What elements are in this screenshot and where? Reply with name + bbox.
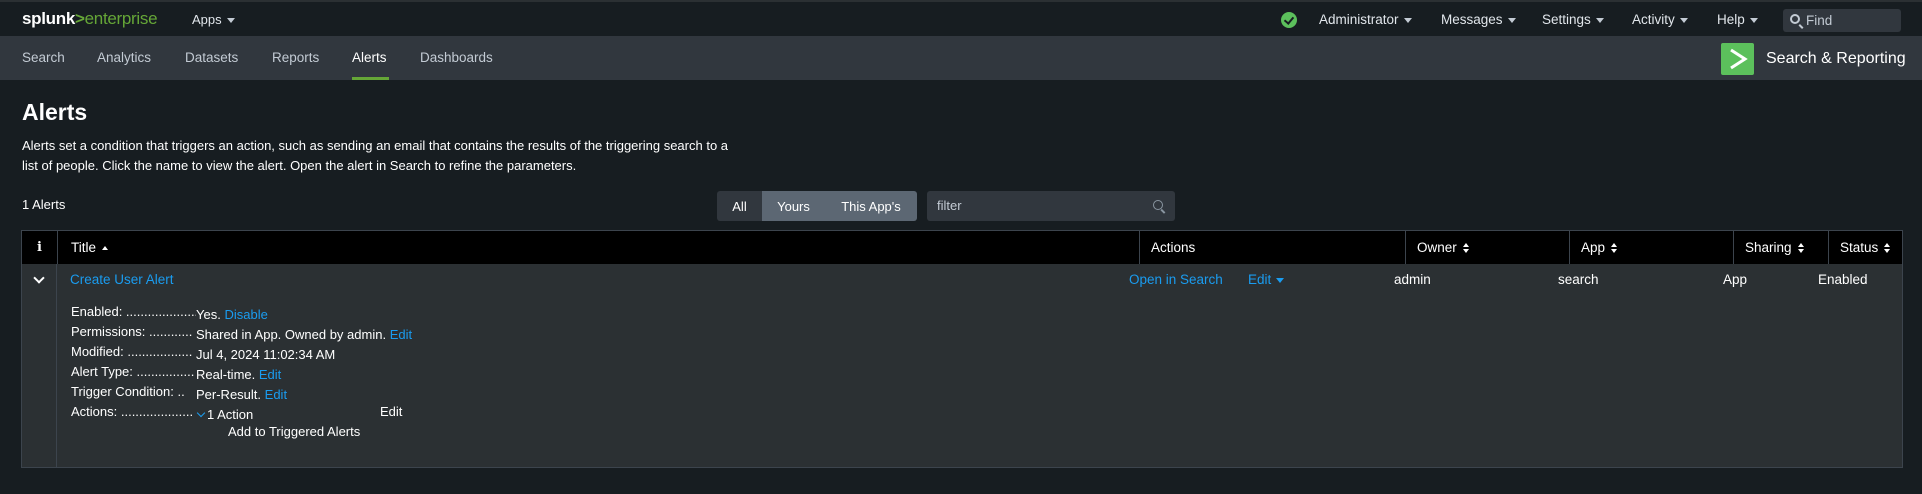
edit-alert-type-link[interactable]: Edit [259,367,281,382]
edit-permissions-link[interactable]: Edit [390,327,412,342]
filter-placeholder: filter [937,198,962,213]
settings-menu[interactable]: Settings [1542,12,1604,27]
top-bar: splunk>enterprise Apps Administrator Mes… [0,0,1922,36]
search-icon [1790,14,1800,24]
detail-permissions: Permissions: ............ Shared in App. … [71,324,412,342]
open-in-search-link[interactable]: Open in Search [1129,272,1223,287]
chevron-down-icon [1507,17,1516,23]
status-value: Enabled [1818,272,1868,287]
sharing-value: App [1723,272,1748,287]
chevron-down-icon [1749,17,1758,23]
active-tab-indicator [352,77,389,80]
chevron-down-icon[interactable] [33,272,45,284]
info-column-header: i [37,240,42,255]
splunk-logo[interactable]: splunk>enterprise [22,9,158,29]
detail-modified: Modified: .................. Jul 4, 2024 … [71,344,335,362]
tab-analytics[interactable]: Analytics [97,50,151,65]
sort-icon [1611,242,1618,254]
detail-key: Actions: .................... [71,404,194,419]
detail-alert-type: Alert Type: ................ Real-time. E… [71,364,281,382]
administrator-menu[interactable]: Administrator [1319,12,1412,27]
column-app[interactable]: App [1569,231,1733,264]
column-owner[interactable]: Owner [1405,231,1569,264]
chevron-down-icon[interactable] [196,408,206,418]
detail-key: Modified: .................. [71,344,193,359]
detail-key: Enabled: .................... [71,304,196,319]
column-status[interactable]: Status [1828,231,1902,264]
tab-search[interactable]: Search [22,50,65,65]
column-sharing[interactable]: Sharing [1733,231,1828,264]
sort-icon [1884,242,1891,254]
app-value: search [1558,272,1599,287]
tab-datasets[interactable]: Datasets [185,50,238,65]
search-icon [1153,200,1163,210]
filter-input[interactable]: filter [927,191,1175,221]
detail-enabled: Enabled: ....................Yes. Disabl… [71,304,268,322]
help-menu[interactable]: Help [1717,12,1758,27]
find-input[interactable]: Find [1783,9,1901,32]
row-expand-column [22,264,57,467]
alert-title-link[interactable]: Create User Alert [70,272,174,287]
app-nav-bar: Search Analytics Datasets Reports Alerts… [0,36,1922,80]
search-reporting-app-icon [1721,43,1754,75]
detail-value: 1 Action [207,407,254,422]
detail-value: Yes. [196,307,221,322]
triggered-action-item: Add to Triggered Alerts [212,424,360,439]
column-actions: Actions [1139,231,1405,264]
find-placeholder: Find [1806,13,1833,28]
chevron-down-icon [1679,17,1688,23]
detail-key: Permissions: ............ [71,324,193,339]
chevron-down-icon [1403,17,1412,23]
sort-ascending-icon [102,244,109,252]
sort-icon [1462,242,1470,254]
alerts-count: 1 Alerts [22,197,66,212]
action-icon [212,426,222,436]
detail-actions: Actions: .................... 1 Action [71,404,253,422]
edit-dropdown[interactable]: Edit [1248,272,1285,287]
apps-menu[interactable]: Apps [192,12,235,27]
triggered-action-label: Add to Triggered Alerts [228,424,361,439]
app-title: Search & Reporting [1766,50,1906,67]
apps-menu-label: Apps [192,12,222,27]
detail-value: Jul 4, 2024 11:02:34 AM [196,347,336,362]
filter-yours-button[interactable]: Yours [762,191,825,221]
table-header: i Title Actions Owner App Sharing Status [22,231,1902,264]
detail-trigger-condition: Trigger Condition: .. Per-Result. Edit [71,384,287,402]
chevron-down-icon [1595,17,1604,23]
tab-dashboards[interactable]: Dashboards [420,50,493,65]
chevron-down-icon [1276,277,1285,283]
owner-value: admin [1394,272,1431,287]
page-description: Alerts set a condition that triggers an … [22,138,729,173]
column-title[interactable]: Title [57,231,1139,264]
detail-value: Real-time. [196,367,256,382]
edit-actions-link[interactable]: Edit [380,404,402,419]
filter-this-app-button[interactable]: This App's [825,191,917,221]
activity-menu[interactable]: Activity [1632,12,1688,27]
detail-key: Alert Type: ................ [71,364,195,379]
edit-trigger-condition-link[interactable]: Edit [265,387,287,402]
chevron-down-icon [226,18,235,24]
tab-alerts[interactable]: Alerts [352,50,387,65]
sort-icon [1797,242,1805,254]
health-status-icon[interactable] [1281,12,1297,28]
disable-link[interactable]: Disable [224,307,267,322]
page-title: Alerts [22,99,88,125]
tab-reports[interactable]: Reports [272,50,319,65]
alerts-table: i Title Actions Owner App Sharing Status… [21,230,1903,468]
detail-value: Per-Result. [196,387,262,402]
messages-menu[interactable]: Messages [1441,12,1516,27]
detail-key: Trigger Condition: .. [71,384,185,399]
detail-value: Shared in App. Owned by admin. [196,327,387,342]
filter-all-button[interactable]: All [717,191,762,221]
